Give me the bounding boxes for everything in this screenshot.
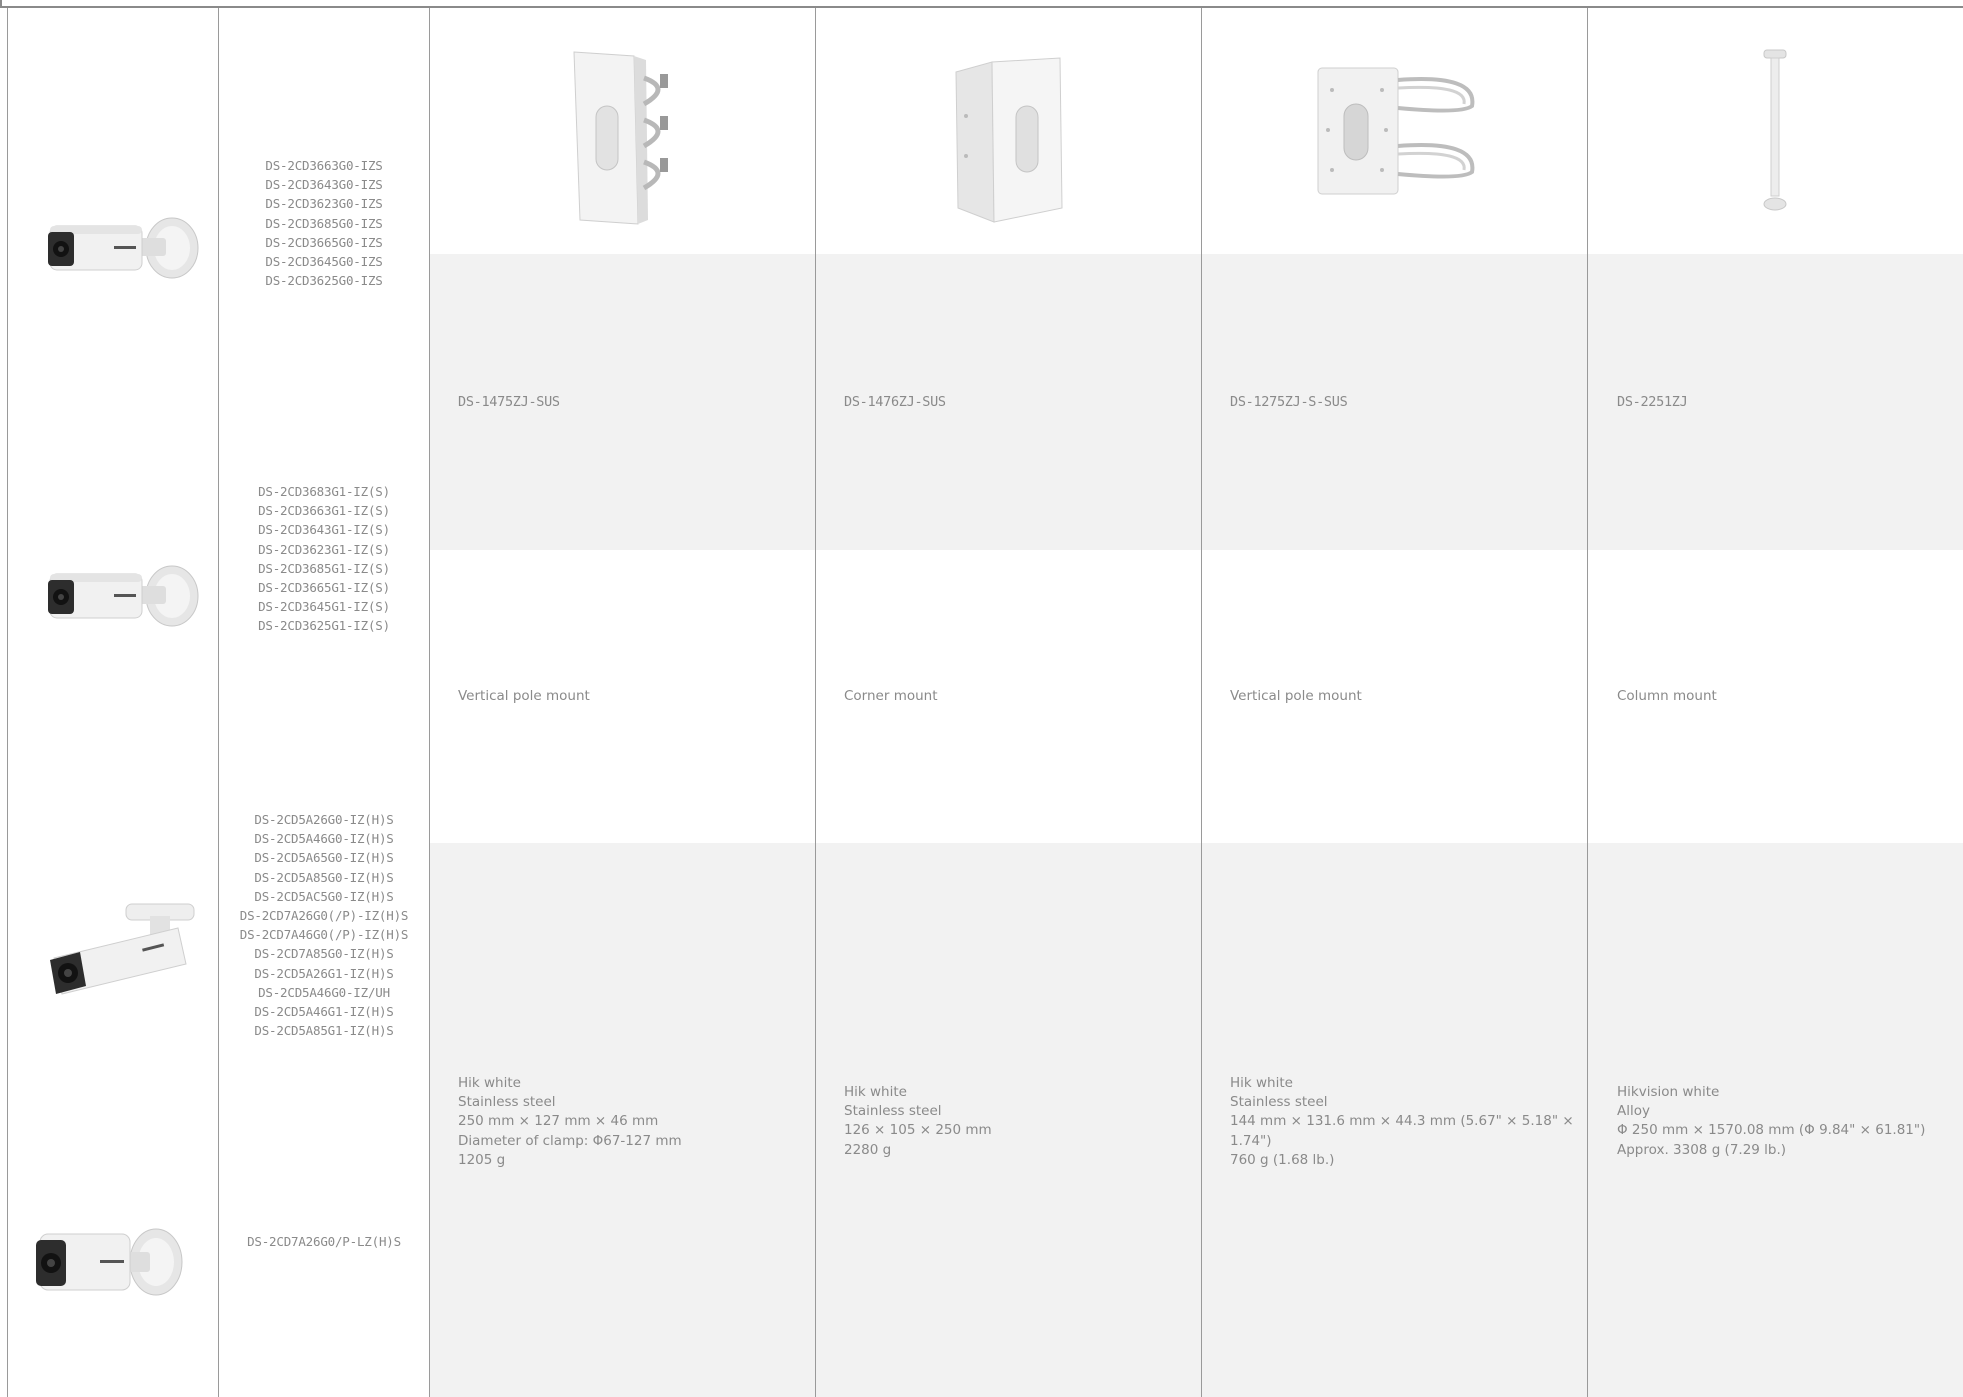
mount-specs: Hikvision white Alloy Φ 250 mm × 1570.08… (1617, 1083, 1925, 1160)
mount-model: DS-1476ZJ-SUS (844, 394, 946, 410)
column-mount-image (1763, 49, 1787, 211)
bullet-camera-image (48, 217, 199, 279)
spec-dimensions: Φ 250 mm × 1570.08 mm (Φ 9.84" × 61.81") (1617, 1122, 1926, 1139)
spec-weight: 1205 g (458, 1151, 506, 1168)
spec-color: Hik white (1230, 1075, 1293, 1091)
mount-type: Vertical pole mount (458, 688, 590, 704)
camera-model: DS-2CD3643G1-IZ(S) (258, 522, 390, 538)
mount-model: DS-2251ZJ (1617, 394, 1688, 410)
mount-type: Vertical pole mount (1230, 688, 1362, 704)
spec-color: Hik white (458, 1075, 521, 1091)
mount-specs: Hik white Stainless steel 144 mm × 131.6… (1230, 1074, 1574, 1170)
camera-model: DS-2CD3685G1-IZ(S) (258, 560, 390, 576)
mount-specs: Hik white Stainless steel 126 × 105 × 25… (844, 1083, 992, 1160)
camera-model: DS-2CD7A85G0-IZ(H)S (254, 946, 394, 962)
camera-model: DS-2CD3665G0-IZS (265, 234, 383, 250)
mount-type: Column mount (1617, 688, 1717, 704)
model-row-band (429, 254, 1963, 550)
vertical-pole-mount-image (573, 51, 668, 225)
camera-model: DS-2CD3643G0-IZS (265, 177, 383, 193)
camera-model: DS-2CD3625G0-IZS (265, 273, 383, 289)
camera-model: DS-2CD5A85G0-IZ(H)S (254, 869, 394, 885)
mount-specs: Hik white Stainless steel 250 mm × 127 m… (458, 1074, 682, 1170)
camera-model: DS-2CD7A46G0(/P)-IZ(H)S (239, 927, 409, 943)
accessory-compatibility-table: DS-2CD3663G0-IZS DS-2CD3643G0-IZS DS-2CD… (0, 0, 1963, 1397)
camera-model: DS-2CD5A46G0-IZ/UH (258, 984, 390, 1000)
camera-model: DS-2CD3685G0-IZS (265, 215, 383, 231)
clamp-pole-mount-image (1317, 67, 1475, 195)
spec-material: Stainless steel (1230, 1094, 1328, 1111)
spec-dimensions-cont: 1.74") (1230, 1132, 1272, 1149)
camera-model: DS-2CD5A26G1-IZ(H)S (254, 965, 394, 981)
camera-model: DS-2CD3645G1-IZ(S) (258, 599, 390, 615)
spec-color: Hikvision white (1617, 1084, 1720, 1100)
camera-model: DS-2CD3683G1-IZ(S) (258, 484, 390, 499)
spec-weight: 760 g (1.68 lb.) (1230, 1151, 1335, 1168)
mount-model: DS-1275ZJ-S-SUS (1230, 394, 1348, 410)
spec-weight: Approx. 3308 g (7.29 lb.) (1617, 1141, 1787, 1158)
camera-model: DS-2CD3663G0-IZS (265, 158, 383, 173)
bullet-camera-image (36, 1228, 183, 1296)
spec-weight: 2280 g (844, 1141, 892, 1158)
column-divider (1587, 8, 1588, 1397)
spec-color: Hik white (844, 1084, 907, 1100)
camera-model: DS-2CD7A26G0(/P)-IZ(H)S (239, 908, 409, 924)
mount-type: Corner mount (844, 688, 938, 704)
camera-model: DS-2CD3623G0-IZS (265, 196, 383, 212)
camera-model-list: DS-2CD3683G1-IZ(S) DS-2CD3663G1-IZ(S) DS… (218, 482, 430, 636)
spec-material: Stainless steel (844, 1103, 942, 1120)
column-divider (7, 8, 8, 1397)
spec-clamp: Diameter of clamp: Φ67-127 mm (458, 1132, 682, 1149)
bullet-camera-image (48, 565, 199, 627)
camera-model-list: DS-2CD3663G0-IZS DS-2CD3643G0-IZS DS-2CD… (218, 156, 430, 290)
camera-model: DS-2CD5A65G0-IZ(H)S (254, 850, 394, 866)
camera-model: DS-2CD3645G0-IZS (265, 254, 383, 270)
camera-model: DS-2CD3665G1-IZ(S) (258, 580, 390, 596)
camera-model: DS-2CD5AC5G0-IZ(H)S (254, 888, 394, 904)
camera-model: DS-2CD3623G1-IZ(S) (258, 541, 390, 557)
bullet-camera-image (50, 903, 195, 995)
spec-material: Stainless steel (458, 1094, 556, 1111)
mount-model: DS-1475ZJ-SUS (458, 394, 560, 410)
spec-material: Alloy (1617, 1103, 1650, 1120)
camera-model: DS-2CD7A26G0/P-LZ(H)S (247, 1234, 401, 1249)
camera-model: DS-2CD5A46G1-IZ(H)S (254, 1004, 394, 1020)
spec-dimensions: 126 × 105 × 250 mm (844, 1122, 992, 1139)
spec-dimensions: 144 mm × 131.6 mm × 44.3 mm (5.67" × 5.1… (1230, 1113, 1574, 1130)
camera-model-list: DS-2CD7A26G0/P-LZ(H)S (218, 1232, 430, 1251)
camera-model: DS-2CD5A26G0-IZ(H)S (254, 812, 394, 827)
column-divider (815, 8, 816, 1397)
camera-model: DS-2CD3625G1-IZ(S) (258, 618, 390, 634)
spec-dimensions: 250 mm × 127 mm × 46 mm (458, 1113, 659, 1130)
camera-model: DS-2CD3663G1-IZ(S) (258, 503, 390, 519)
camera-model: DS-2CD5A46G0-IZ(H)S (254, 831, 394, 847)
corner-mount-image (955, 57, 1063, 223)
column-divider (1201, 8, 1202, 1397)
camera-model-list: DS-2CD5A26G0-IZ(H)S DS-2CD5A46G0-IZ(H)S … (218, 810, 430, 1040)
camera-model: DS-2CD5A85G1-IZ(H)S (254, 1023, 394, 1039)
top-border (0, 0, 1963, 8)
